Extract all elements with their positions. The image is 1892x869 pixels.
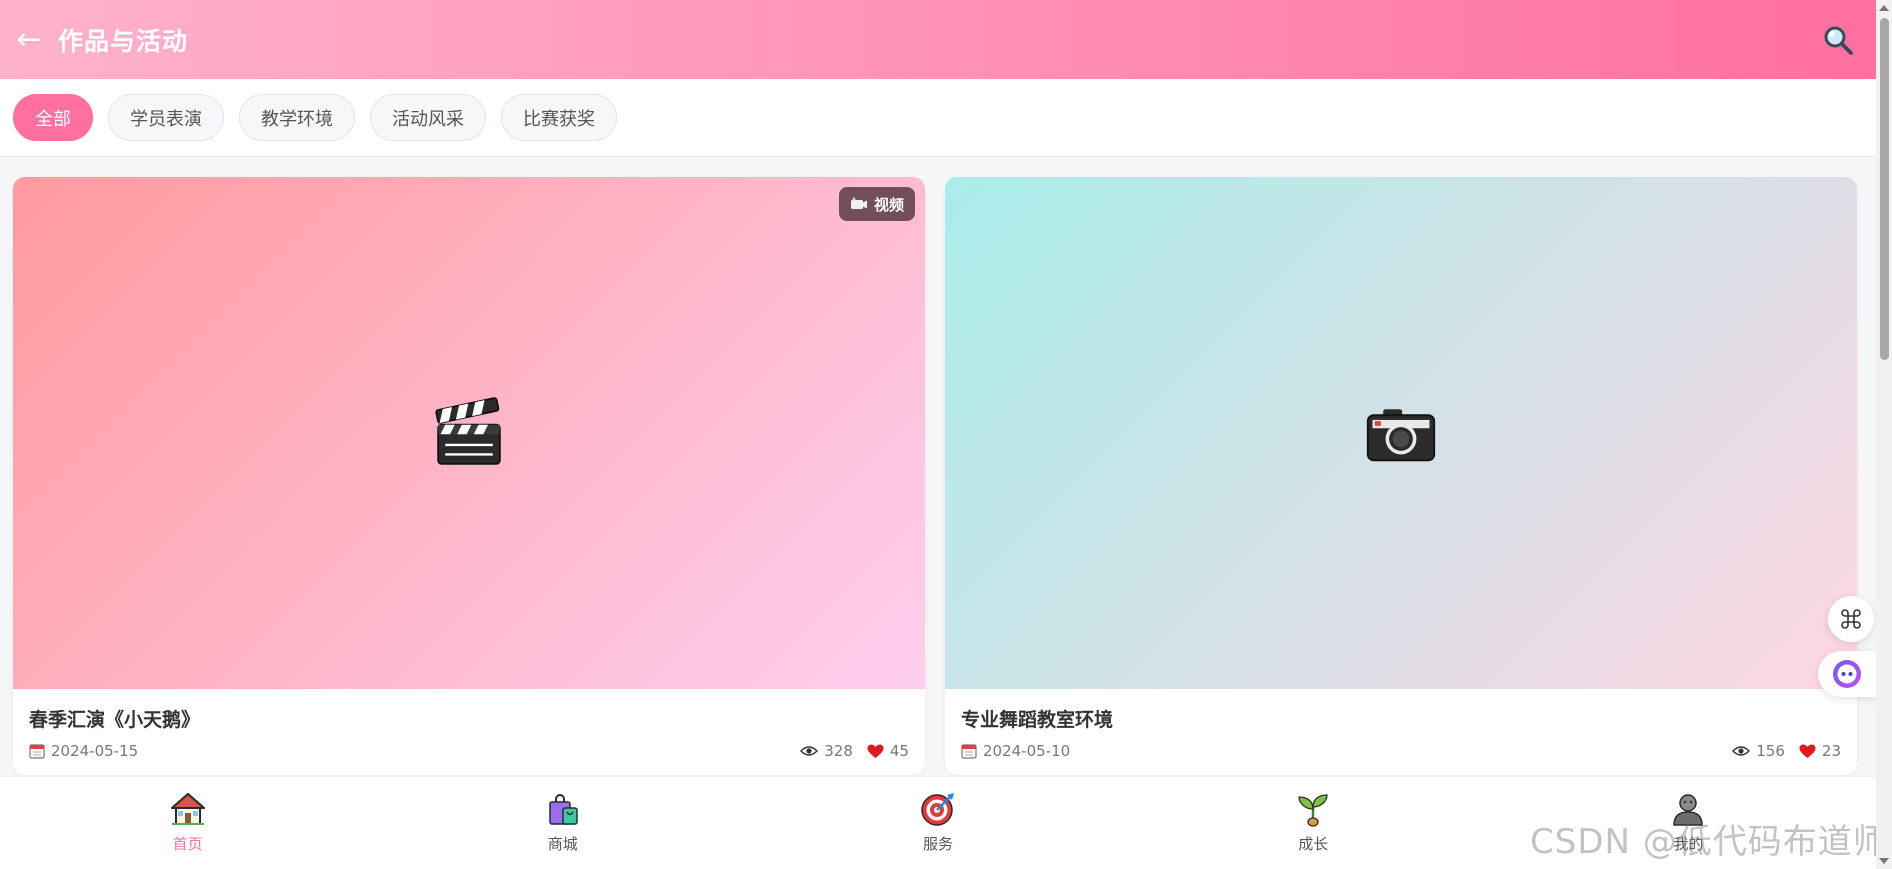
target-icon [921, 793, 954, 826]
robot-face-icon [1833, 660, 1861, 688]
like-count: 45 [889, 742, 909, 760]
eye-icon [800, 746, 819, 756]
card-date: 2024-05-15 [51, 742, 139, 760]
tab-awards[interactable]: 比赛获奖 [501, 94, 617, 141]
works-grid: 视频 春季汇演《小天鹅》 2024-05-15 328 45 专业舞蹈教室环境 … [13, 177, 1857, 775]
sprout-icon [1298, 794, 1328, 827]
nav-label: 服务 [923, 835, 954, 853]
like-count: 23 [1821, 742, 1841, 760]
page-scrollbar[interactable] [1876, 0, 1892, 869]
video-camera-icon [850, 197, 867, 209]
view-count: 328 [824, 742, 853, 760]
app-viewport: ← 作品与活动 全部 学员表演 教学环境 活动风采 比赛获奖 视频 春季汇演《小… [0, 0, 1892, 869]
card-title: 专业舞蹈教室环境 [961, 709, 1114, 731]
ai-assistant-button[interactable] [1818, 651, 1876, 697]
app-header: ← 作品与活动 [0, 0, 1876, 79]
tab-all[interactable]: 全部 [13, 94, 93, 141]
badge-label: 视频 [873, 195, 904, 214]
heart-icon[interactable] [1799, 744, 1816, 759]
page-title: 作品与活动 [58, 26, 189, 56]
search-button[interactable] [1818, 20, 1858, 60]
view-count: 156 [1756, 742, 1785, 760]
nav-label: 成长 [1298, 835, 1329, 853]
scroll-thumb[interactable] [1880, 18, 1889, 360]
video-badge: 视频 [838, 187, 915, 221]
calendar-icon [29, 744, 45, 759]
card-title: 春季汇演《小天鹅》 [29, 709, 201, 731]
search-icon [1824, 26, 1853, 55]
work-card[interactable]: 专业舞蹈教室环境 2024-05-10 156 23 [945, 177, 1857, 775]
tab-activities[interactable]: 活动风采 [370, 94, 486, 141]
tab-student-performance[interactable]: 学员表演 [108, 94, 224, 141]
watermark: CSDN @低代码布道师 [1530, 822, 1888, 862]
tab-teaching-environment[interactable]: 教学环境 [239, 94, 355, 141]
nav-service[interactable]: 服务 [750, 777, 1125, 869]
back-button[interactable]: ← [12, 23, 46, 57]
card-date: 2024-05-10 [983, 742, 1071, 760]
heart-icon[interactable] [867, 744, 884, 759]
work-card[interactable]: 视频 春季汇演《小天鹅》 2024-05-15 328 45 [13, 177, 925, 775]
nav-shop[interactable]: 商城 [375, 777, 750, 869]
shopping-bag-icon [549, 794, 578, 825]
scroll-down-arrow[interactable] [1879, 858, 1889, 864]
home-icon [170, 793, 205, 825]
camera-icon [1366, 409, 1436, 462]
category-tabs: 全部 学员表演 教学环境 活动风采 比赛获奖 [0, 79, 1876, 157]
clapperboard-icon [435, 397, 501, 465]
nav-growth[interactable]: 成长 [1126, 777, 1501, 869]
command-icon [1841, 609, 1861, 629]
calendar-icon [961, 744, 977, 759]
eye-icon [1732, 746, 1751, 756]
nav-label: 商城 [547, 835, 578, 853]
quick-menu-button[interactable] [1828, 596, 1874, 642]
nav-home[interactable]: 首页 [0, 777, 375, 869]
nav-label: 首页 [172, 835, 203, 853]
card-thumbnail [945, 177, 1857, 689]
card-thumbnail: 视频 [13, 177, 925, 689]
scroll-up-arrow[interactable] [1879, 5, 1889, 11]
